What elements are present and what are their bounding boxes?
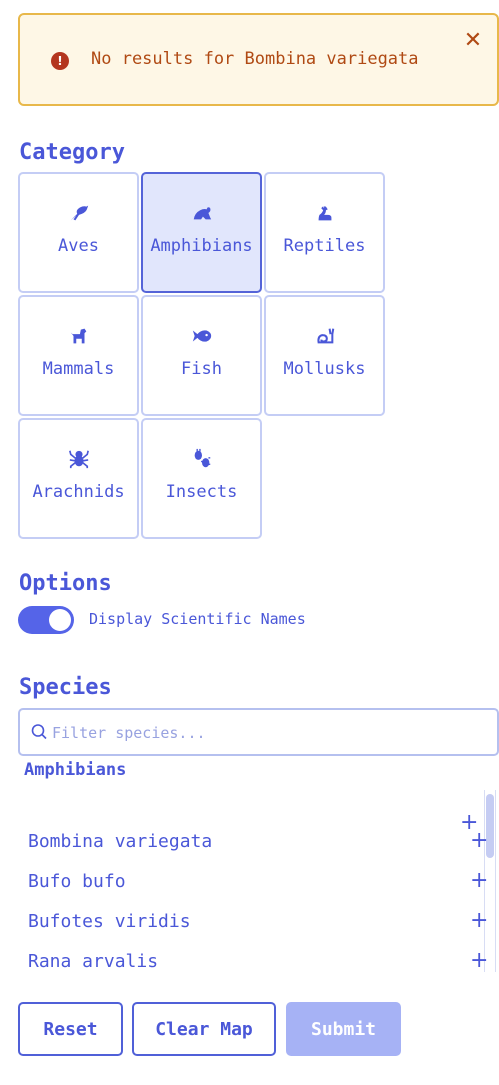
category-label: Mammals (42, 359, 115, 379)
category-label: Arachnids (32, 482, 125, 502)
close-icon[interactable]: ✕ (461, 29, 485, 53)
add-icon[interactable]: + (470, 908, 488, 933)
alert-message: No results for Bombina variegata (91, 49, 419, 69)
species-name: Bombina variegata (28, 831, 213, 852)
submit-button[interactable]: Submit (286, 1002, 401, 1056)
species-item[interactable]: Bombina variegata + (28, 828, 488, 858)
species-name: Bufo bufo (28, 871, 126, 892)
add-icon[interactable]: + (470, 868, 488, 893)
frog-icon (143, 202, 260, 224)
toggle-knob (49, 609, 71, 631)
bugs-icon (143, 448, 260, 470)
dog-icon (20, 325, 137, 347)
category-arachnids[interactable]: Arachnids (18, 418, 139, 539)
category-label: Fish (181, 359, 222, 379)
species-name: Bufotes viridis (28, 911, 191, 932)
species-title: Species (19, 675, 112, 700)
category-fish[interactable]: Fish (141, 295, 262, 416)
snail-icon (266, 325, 383, 347)
scientific-names-toggle[interactable] (18, 606, 74, 634)
add-icon[interactable]: + (470, 828, 488, 853)
species-group-label: Amphibians (24, 760, 127, 780)
fish-icon (143, 325, 260, 347)
snake-icon (266, 202, 383, 224)
category-label: Amphibians (150, 236, 253, 256)
add-icon[interactable]: + (470, 948, 488, 972)
species-search (18, 708, 499, 756)
search-icon (31, 724, 47, 740)
species-item[interactable]: Bufotes viridis + (28, 908, 488, 938)
category-label: Aves (58, 236, 99, 256)
species-list: Bombina variegata + Bufo bufo + Bufotes … (18, 790, 499, 972)
category-amphibians[interactable]: Amphibians (141, 172, 262, 293)
species-filter-input[interactable] (52, 718, 492, 748)
category-label: Insects (165, 482, 238, 502)
category-label: Mollusks (283, 359, 366, 379)
exclamation-circle-icon: ! (51, 52, 69, 70)
clear-map-button[interactable]: Clear Map (132, 1002, 276, 1056)
category-aves[interactable]: Aves (18, 172, 139, 293)
category-mollusks[interactable]: Mollusks (264, 295, 385, 416)
category-insects[interactable]: Insects (141, 418, 262, 539)
species-name: Rana arvalis (28, 951, 159, 972)
spider-icon (20, 448, 137, 470)
category-label: Reptiles (283, 236, 366, 256)
options-title: Options (19, 571, 112, 596)
bird-icon (20, 202, 137, 224)
species-item[interactable]: Rana arvalis + (28, 948, 488, 972)
scientific-names-label: Display Scientific Names (89, 610, 306, 628)
category-mammals[interactable]: Mammals (18, 295, 139, 416)
reset-button[interactable]: Reset (18, 1002, 123, 1056)
category-reptiles[interactable]: Reptiles (264, 172, 385, 293)
error-alert: ! No results for Bombina variegata ✕ (18, 13, 499, 106)
species-item[interactable]: Bufo bufo + (28, 868, 488, 898)
category-title: Category (19, 140, 125, 165)
